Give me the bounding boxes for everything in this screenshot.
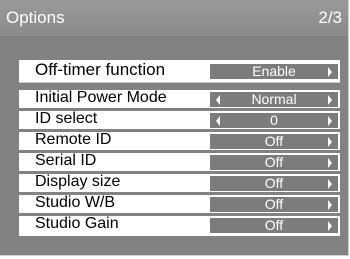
menu-row-value-box[interactable]: Normal (210, 92, 338, 107)
menu-row-label: Studio W/B (35, 194, 116, 211)
menu-row-serial-id[interactable]: Serial ID Off (19, 152, 340, 171)
right-arrow-icon[interactable] (328, 179, 332, 189)
menu-row-value: 0 (270, 112, 278, 128)
menu-row-label: Remote ID (35, 131, 112, 148)
menu-row-value-box[interactable]: Off (210, 197, 338, 212)
right-arrow-icon[interactable] (328, 95, 332, 105)
menu-row-id-select[interactable]: ID select 0 (19, 110, 340, 129)
menu-row-value-box[interactable]: 0 (210, 113, 338, 128)
row-divider (19, 82, 340, 83)
menu-row-value-box[interactable]: Enable (210, 64, 338, 79)
menu-row-value-box[interactable]: Off (210, 134, 338, 149)
menu-title-bar: Options 2/3 (0, 0, 348, 36)
menu-row-studio-wb[interactable]: Studio W/B Off (19, 194, 340, 213)
menu-row-label: ID select (35, 110, 98, 127)
right-arrow-icon[interactable] (328, 200, 332, 210)
menu-row-value: Off (264, 175, 284, 191)
menu-row-label: Studio Gain (35, 215, 119, 232)
right-arrow-icon[interactable] (328, 158, 332, 168)
menu-row-value-box[interactable]: Off (210, 218, 338, 233)
menu-row-value-box[interactable]: Off (210, 155, 338, 170)
options-menu-panel: Options 2/3 Off-timer function Enable In… (0, 0, 349, 256)
menu-row-initial-power-mode[interactable]: Initial Power Mode Normal (19, 89, 340, 108)
menu-row-value: Off (264, 217, 284, 233)
menu-row-remote-id[interactable]: Remote ID Off (19, 131, 340, 150)
menu-row-label: Serial ID (35, 152, 97, 169)
page-indicator: 2/3 (318, 8, 342, 27)
menu-row-value: Off (264, 133, 284, 149)
menu-row-label: Initial Power Mode (35, 89, 167, 106)
menu-row-value: Enable (252, 63, 296, 79)
menu-row-value: Normal (251, 91, 297, 107)
menu-row-label: Off-timer function (35, 60, 166, 79)
menu-title: Options (6, 8, 65, 27)
menu-row-value-box[interactable]: Off (210, 176, 338, 191)
menu-row-studio-gain[interactable]: Studio Gain Off (19, 215, 340, 236)
right-arrow-icon[interactable] (328, 221, 332, 231)
right-arrow-icon[interactable] (328, 67, 332, 77)
right-arrow-icon[interactable] (328, 137, 332, 147)
right-arrow-icon[interactable] (328, 116, 332, 126)
menu-row-label: Display size (35, 173, 121, 190)
menu-row-display-size[interactable]: Display size Off (19, 173, 340, 192)
menu-row-value: Off (264, 196, 284, 212)
menu-row-off-timer-function[interactable]: Off-timer function Enable (19, 60, 340, 82)
menu-row-value: Off (264, 154, 284, 170)
